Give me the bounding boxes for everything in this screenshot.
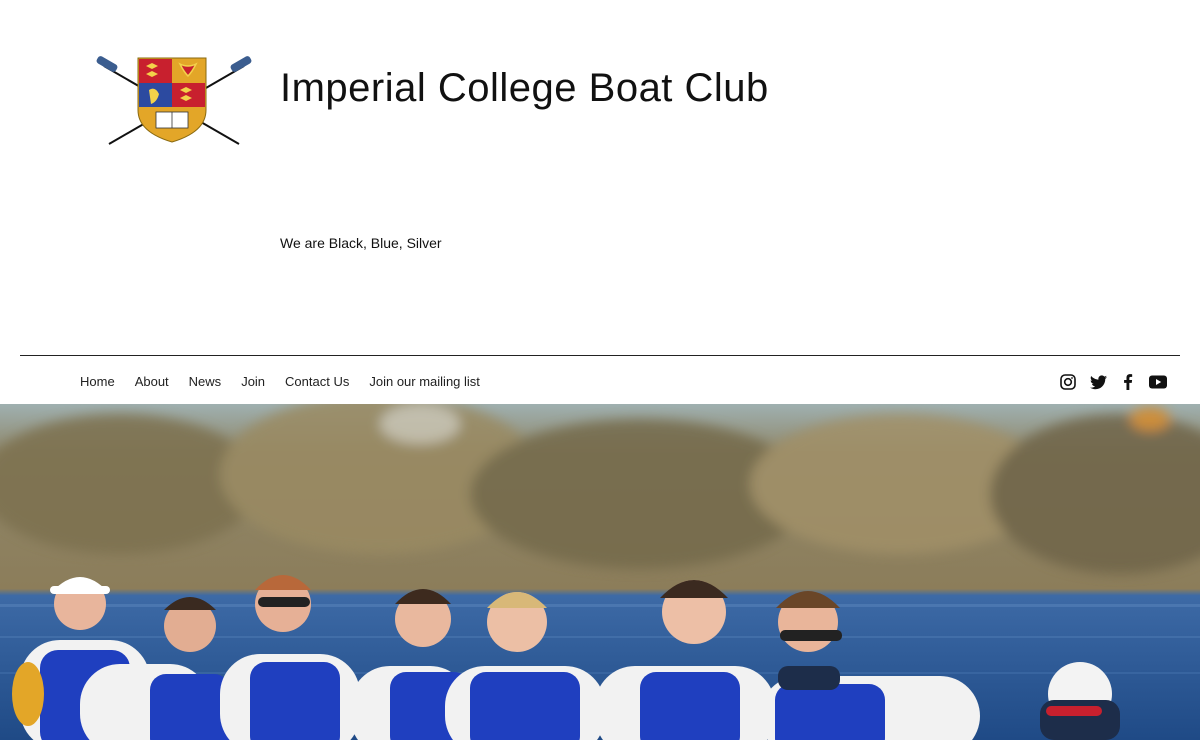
site-title: Imperial College Boat Club: [280, 66, 769, 110]
tagline: We are Black, Blue, Silver: [280, 235, 442, 251]
nav-item-news[interactable]: News: [179, 370, 232, 394]
page: Imperial College Boat Club We are Black,…: [0, 0, 1200, 740]
instagram-icon[interactable]: [1058, 372, 1078, 392]
nav-item-mailing-list[interactable]: Join our mailing list: [359, 370, 490, 394]
main-nav: Home About News Join Contact Us Join our…: [70, 370, 490, 394]
youtube-icon[interactable]: [1148, 372, 1168, 392]
nav-item-join[interactable]: Join: [231, 370, 275, 394]
facebook-icon[interactable]: [1118, 372, 1138, 392]
hero-rowing-crew-photo: [0, 404, 1200, 740]
nav-item-about[interactable]: About: [125, 370, 179, 394]
club-crest-logo[interactable]: [94, 52, 254, 152]
social-links: [1058, 370, 1168, 394]
nav-item-contact-us[interactable]: Contact Us: [275, 370, 359, 394]
twitter-icon[interactable]: [1088, 372, 1108, 392]
header-divider: [20, 355, 1180, 356]
nav-item-home[interactable]: Home: [70, 370, 125, 394]
